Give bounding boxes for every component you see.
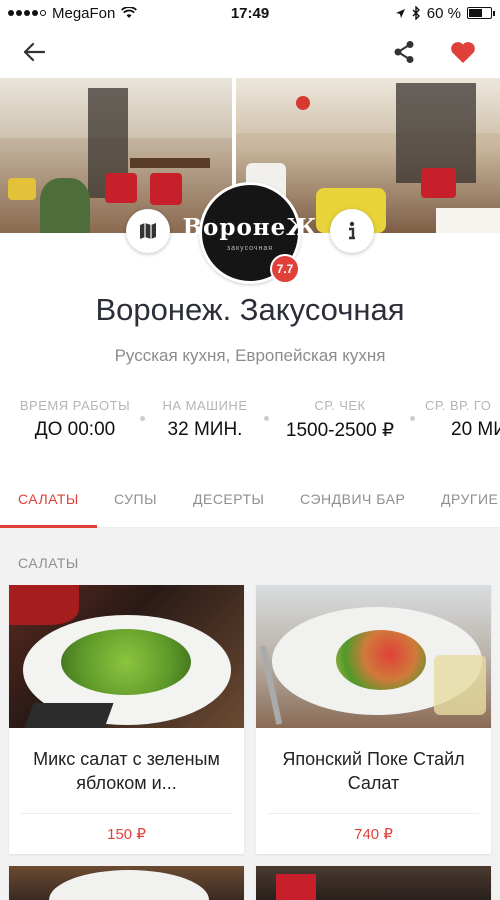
info-icon: [349, 221, 355, 240]
favorite-button[interactable]: [444, 34, 482, 70]
dish-name: Микс салат с зеленым яблоком и...: [33, 748, 220, 793]
info-value: 1500-2500 ₽: [285, 420, 395, 441]
info-label: ВРЕМЯ РАБОТЫ: [19, 398, 131, 413]
info-average-check: СР. ЧЕК 1500-2500 ₽: [275, 398, 405, 442]
info-divider: [264, 416, 269, 421]
clock: 17:49: [230, 4, 270, 22]
rating-badge: 7.7: [270, 254, 300, 284]
info-label: СР. ЧЕК: [314, 398, 366, 413]
map-button[interactable]: [126, 209, 170, 253]
share-icon: [394, 41, 414, 63]
info-value: ДО 00:00: [34, 419, 116, 440]
cuisine-text: Русская кухня, Европейская кухня: [114, 346, 386, 365]
dish-photo: [9, 585, 244, 728]
dish-photo: [256, 866, 491, 900]
section-title: САЛАТЫ: [18, 555, 79, 571]
info-value: 20 МИ: [451, 419, 500, 440]
battery-icon: [467, 7, 495, 19]
logo-subtext: закусочная: [226, 245, 274, 252]
info-label: СР. ВР. ГО: [425, 398, 492, 413]
dish-card[interactable]: Японский Поке Стайл Салат 740 ₽: [256, 585, 491, 854]
status-bar: MegaFon 17:49 60 %: [0, 0, 500, 26]
heart-icon: [451, 41, 475, 63]
dish-card[interactable]: Микс салат с зеленым яблоком и... 150 ₽: [9, 585, 244, 854]
dish-price: 740 ₽: [354, 826, 393, 843]
dish-photo: [256, 585, 491, 728]
info-by-car: НА МАШИНЕ 32 МИН.: [150, 398, 260, 441]
tab-soups[interactable]: СУПЫ: [114, 478, 157, 527]
dish-card[interactable]: [256, 866, 491, 900]
info-working-hours: ВРЕМЯ РАБОТЫ ДО 00:00: [0, 398, 155, 441]
wifi-icon: [121, 7, 138, 18]
status-left: MegaFon: [8, 5, 188, 22]
dish-photo: [9, 866, 244, 900]
info-avg-cooking-time: СР. ВР. ГО 20 МИ: [425, 398, 500, 441]
dish-card[interactable]: [9, 866, 244, 900]
nav-bar: [0, 26, 500, 78]
status-right: 60 %: [312, 4, 495, 22]
carrier-name: MegaFon: [52, 4, 116, 22]
tab-desserts[interactable]: ДЕСЕРТЫ: [193, 478, 264, 527]
info-strip[interactable]: ВРЕМЯ РАБОТЫ ДО 00:00 НА МАШИНЕ 32 МИН. …: [0, 398, 500, 444]
battery-fill: [469, 9, 482, 17]
signal-strength-icon: [8, 10, 46, 16]
info-button[interactable]: [330, 209, 374, 253]
info-value: 32 МИН.: [167, 419, 243, 440]
info-divider: [140, 416, 145, 421]
share-button[interactable]: [385, 34, 423, 70]
location-arrow-icon: [395, 8, 405, 18]
back-button[interactable]: [15, 34, 53, 70]
bluetooth-icon: [412, 6, 420, 20]
restaurant-photo-left[interactable]: [0, 78, 232, 233]
logo-text: ВоронеЖ: [182, 214, 318, 241]
restaurant-name: Воронеж. Закусочная: [95, 292, 405, 327]
category-tabs: САЛАТЫ СУПЫ ДЕСЕРТЫ СЭНДВИЧ БАР ДРУГИЕ: [0, 478, 500, 528]
dish-price: 150 ₽: [107, 826, 146, 843]
tab-sandwich-bar[interactable]: СЭНДВИЧ БАР: [300, 478, 405, 527]
map-icon: [140, 223, 156, 239]
info-label: НА МАШИНЕ: [162, 398, 248, 413]
dish-name: Японский Поке Стайл Салат: [282, 748, 465, 793]
info-divider: [410, 416, 415, 421]
tab-other[interactable]: ДРУГИЕ: [441, 478, 498, 527]
tab-salads[interactable]: САЛАТЫ: [18, 478, 79, 527]
battery-percent: 60 %: [426, 4, 461, 22]
arrow-left-icon: [23, 42, 45, 62]
